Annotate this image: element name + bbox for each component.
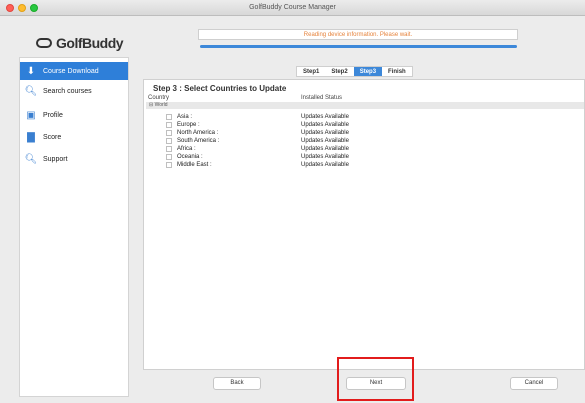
- golfbuddy-logo-icon: [36, 38, 52, 48]
- list-item[interactable]: Oceania : Updates Available: [144, 153, 584, 161]
- progress-fill: [200, 45, 517, 48]
- tab-finish[interactable]: Finish: [382, 67, 412, 76]
- country-checkbox[interactable]: [166, 146, 172, 152]
- country-status: Updates Available: [301, 154, 349, 160]
- tree-root-world[interactable]: ⊟ World: [146, 102, 584, 109]
- country-checkbox[interactable]: [166, 114, 172, 120]
- support-icon: 🔍︎: [24, 153, 38, 165]
- list-item[interactable]: Middle East : Updates Available: [144, 161, 584, 169]
- country-checkbox[interactable]: [166, 138, 172, 144]
- search-icon: 🔍︎: [24, 85, 38, 97]
- sidebar-item-label: Score: [43, 133, 62, 141]
- tab-step1[interactable]: Step1: [297, 67, 325, 76]
- country-checkbox[interactable]: [166, 130, 172, 136]
- sidebar-item-support[interactable]: 🔍︎ Support: [20, 150, 128, 168]
- country-status: Updates Available: [301, 130, 349, 136]
- sidebar-item-label: Profile: [43, 111, 63, 119]
- country-status: Updates Available: [301, 114, 349, 120]
- country-name: Asia :: [177, 114, 193, 120]
- country-name: South America :: [177, 138, 220, 144]
- tab-step3[interactable]: Step3: [353, 67, 383, 76]
- app-window: GolfBuddy Course Manager GolfBuddy Readi…: [0, 0, 585, 403]
- column-header-status[interactable]: Installed Status: [301, 95, 342, 101]
- sidebar-item-score[interactable]: ▇ Score: [20, 128, 128, 146]
- column-header-country[interactable]: Country: [148, 95, 169, 101]
- back-button[interactable]: Back: [213, 377, 261, 390]
- list-item[interactable]: Asia : Updates Available: [144, 113, 584, 121]
- sidebar-item-course-download[interactable]: ⬇ Course Download: [20, 62, 128, 80]
- score-icon: ▇: [27, 131, 35, 143]
- profile-icon: ▣: [26, 109, 36, 121]
- country-name: Oceania :: [177, 154, 203, 160]
- country-name: North America :: [177, 130, 219, 136]
- list-item[interactable]: Europe : Updates Available: [144, 121, 584, 129]
- sidebar-item-profile[interactable]: ▣ Profile: [20, 106, 128, 124]
- sidebar-item-label: Support: [43, 155, 68, 163]
- list-item[interactable]: South America : Updates Available: [144, 137, 584, 145]
- tab-step2[interactable]: Step2: [325, 67, 353, 76]
- country-status: Updates Available: [301, 122, 349, 128]
- cancel-button[interactable]: Cancel: [510, 377, 558, 390]
- sidebar: ⬇ Course Download 🔍︎ Search courses ▣ Pr…: [19, 57, 129, 397]
- country-name: Europe :: [177, 122, 200, 128]
- next-button-highlight-box: [337, 357, 414, 401]
- logo-text: GolfBuddy: [56, 35, 124, 51]
- panel-heading: Step 3 : Select Countries to Update: [153, 84, 287, 93]
- update-panel: Step 3 : Select Countries to Update Coun…: [143, 79, 585, 370]
- app-logo: GolfBuddy: [36, 32, 136, 54]
- country-status: Updates Available: [301, 138, 349, 144]
- sidebar-item-search-courses[interactable]: 🔍︎ Search courses: [20, 82, 128, 100]
- status-message: Reading device information. Please wait.: [198, 29, 518, 40]
- country-status: Updates Available: [301, 162, 349, 168]
- window-title: GolfBuddy Course Manager: [249, 4, 336, 11]
- progress-bar: [200, 45, 517, 48]
- list-item[interactable]: Africa : Updates Available: [144, 145, 584, 153]
- list-item[interactable]: North America : Updates Available: [144, 129, 584, 137]
- download-icon: ⬇: [26, 65, 36, 77]
- tree-root-label: World: [154, 102, 168, 108]
- country-status: Updates Available: [301, 146, 349, 152]
- title-bar: GolfBuddy Course Manager: [0, 0, 585, 16]
- sidebar-item-label: Search courses: [43, 87, 92, 95]
- sidebar-item-label: Course Download: [43, 67, 99, 75]
- country-checkbox[interactable]: [166, 154, 172, 160]
- country-checkbox[interactable]: [166, 162, 172, 168]
- expand-toggle-icon[interactable]: ⊟: [149, 102, 153, 108]
- step-tabs: Step1 Step2 Step3 Finish: [296, 66, 413, 77]
- country-name: Africa :: [177, 146, 196, 152]
- country-name: Middle East :: [177, 162, 212, 168]
- country-checkbox[interactable]: [166, 122, 172, 128]
